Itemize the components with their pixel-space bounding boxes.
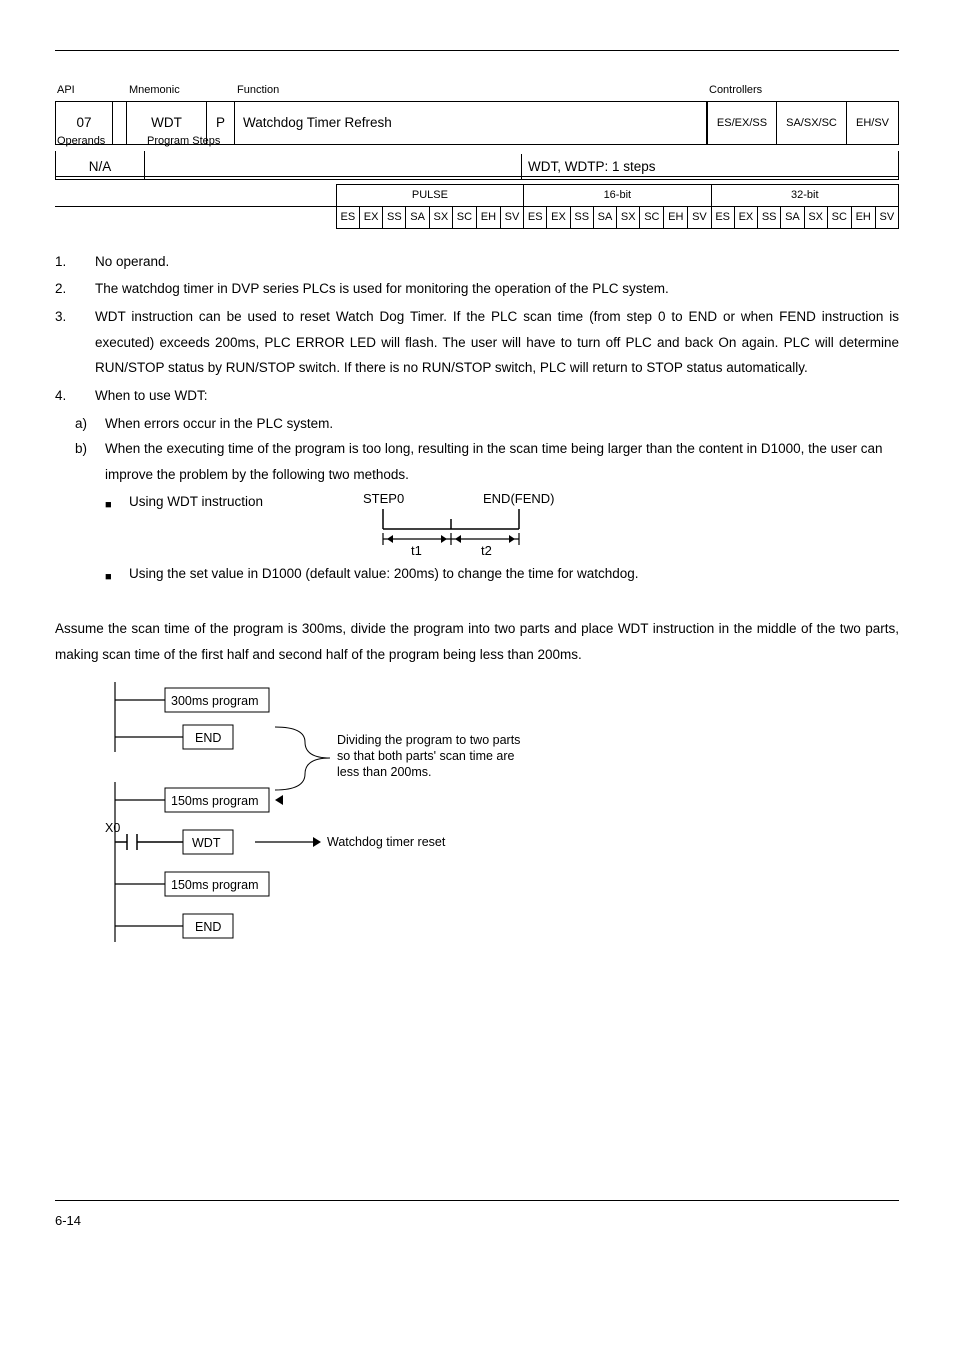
label-api: API [55,81,113,101]
matrix-cell: SV [688,206,711,228]
matrix-cell: EX [734,206,757,228]
matrix-cell: ES [711,206,734,228]
svg-text:Dividing the program to two pa: Dividing the program to two parts [337,733,520,747]
matrix-cell: ES [336,206,359,228]
matrix-cell: SV [875,206,898,228]
item-3: WDT instruction can be used to reset Wat… [95,304,899,381]
svg-text:less than 200ms.: less than 200ms. [337,765,432,779]
matrix-cell: ES [524,206,547,228]
prog-steps: WDT, WDTP: 1 steps [522,154,899,180]
svg-text:X0: X0 [105,821,120,835]
matrix-cell: SC [452,206,476,228]
page-footer: 6-14 [0,1200,954,1264]
matrix-cell: SC [827,206,851,228]
matrix-cell: SS [383,206,406,228]
matrix-cell: EX [547,206,570,228]
matrix-cell: SV [500,206,523,228]
item-4: When to use WDT: [95,383,899,409]
item-2: The watchdog timer in DVP series PLCs is… [95,276,899,302]
svg-text:STEP0: STEP0 [363,491,404,506]
matrix-cell: SS [758,206,781,228]
svg-text:300ms program: 300ms program [171,694,259,708]
bullet-2: Using the set value in D1000 (default va… [129,561,639,587]
ladder-diagram: 300ms program END Dividing the program t… [105,682,899,961]
svg-text:END: END [195,920,221,934]
example-text: Assume the scan time of the program is 3… [55,616,899,667]
matrix-cell: SA [406,206,429,228]
matrix-cell: SC [640,206,664,228]
step-diagram: STEP0 END(FEND) t1 t2 [343,489,583,559]
explanations: 1.No operand. 2.The watchdog timer in DV… [55,249,899,589]
matrix-cell: SA [593,206,616,228]
matrix-cell: EH [664,206,688,228]
svg-text:t1: t1 [411,543,422,558]
matrix-cell: EH [476,206,500,228]
matrix-cell: SX [429,206,452,228]
item-b: When the executing time of the program i… [105,436,899,487]
svg-text:so that both parts' scan time: so that both parts' scan time are [337,749,515,763]
item-1: No operand. [95,249,899,275]
program-example: Assume the scan time of the program is 3… [55,616,899,960]
svg-text:END(FEND): END(FEND) [483,491,555,506]
bullet-icon: ■ [105,489,115,516]
matrix-cell: EH [851,206,875,228]
label-operands: Operands [55,131,145,152]
bullet-1: Using WDT instruction [129,489,309,515]
label-function: Function [235,81,707,101]
matrix-cell: SX [617,206,640,228]
label-steps: Program Steps [145,131,899,152]
instruction-header: API 07 Mnemonic WDT P Function Watchdog … [55,81,899,229]
label-controllers: Controllers [707,81,777,101]
svg-text:END: END [195,731,221,745]
matrix-cell: EX [359,206,382,228]
page-number: 6-14 [55,1209,899,1234]
matrix-cell: SA [781,206,804,228]
matrix-cell: SX [804,206,827,228]
svg-text:150ms program: 150ms program [171,794,259,808]
controller-matrix: PULSE 16-bit 32-bit ESEXSSSASXSCEHSVESEX… [55,184,899,229]
bullet-icon: ■ [105,561,115,588]
svg-text:150ms program: 150ms program [171,878,259,892]
operands: N/A [55,154,145,180]
item-a: When errors occur in the PLC system. [105,411,333,437]
svg-text:WDT: WDT [192,836,221,850]
svg-text:t2: t2 [481,543,492,558]
matrix-cell: SS [570,206,593,228]
svg-text:Watchdog timer reset: Watchdog timer reset [327,835,446,849]
label-mnemonic: Mnemonic [127,81,207,101]
